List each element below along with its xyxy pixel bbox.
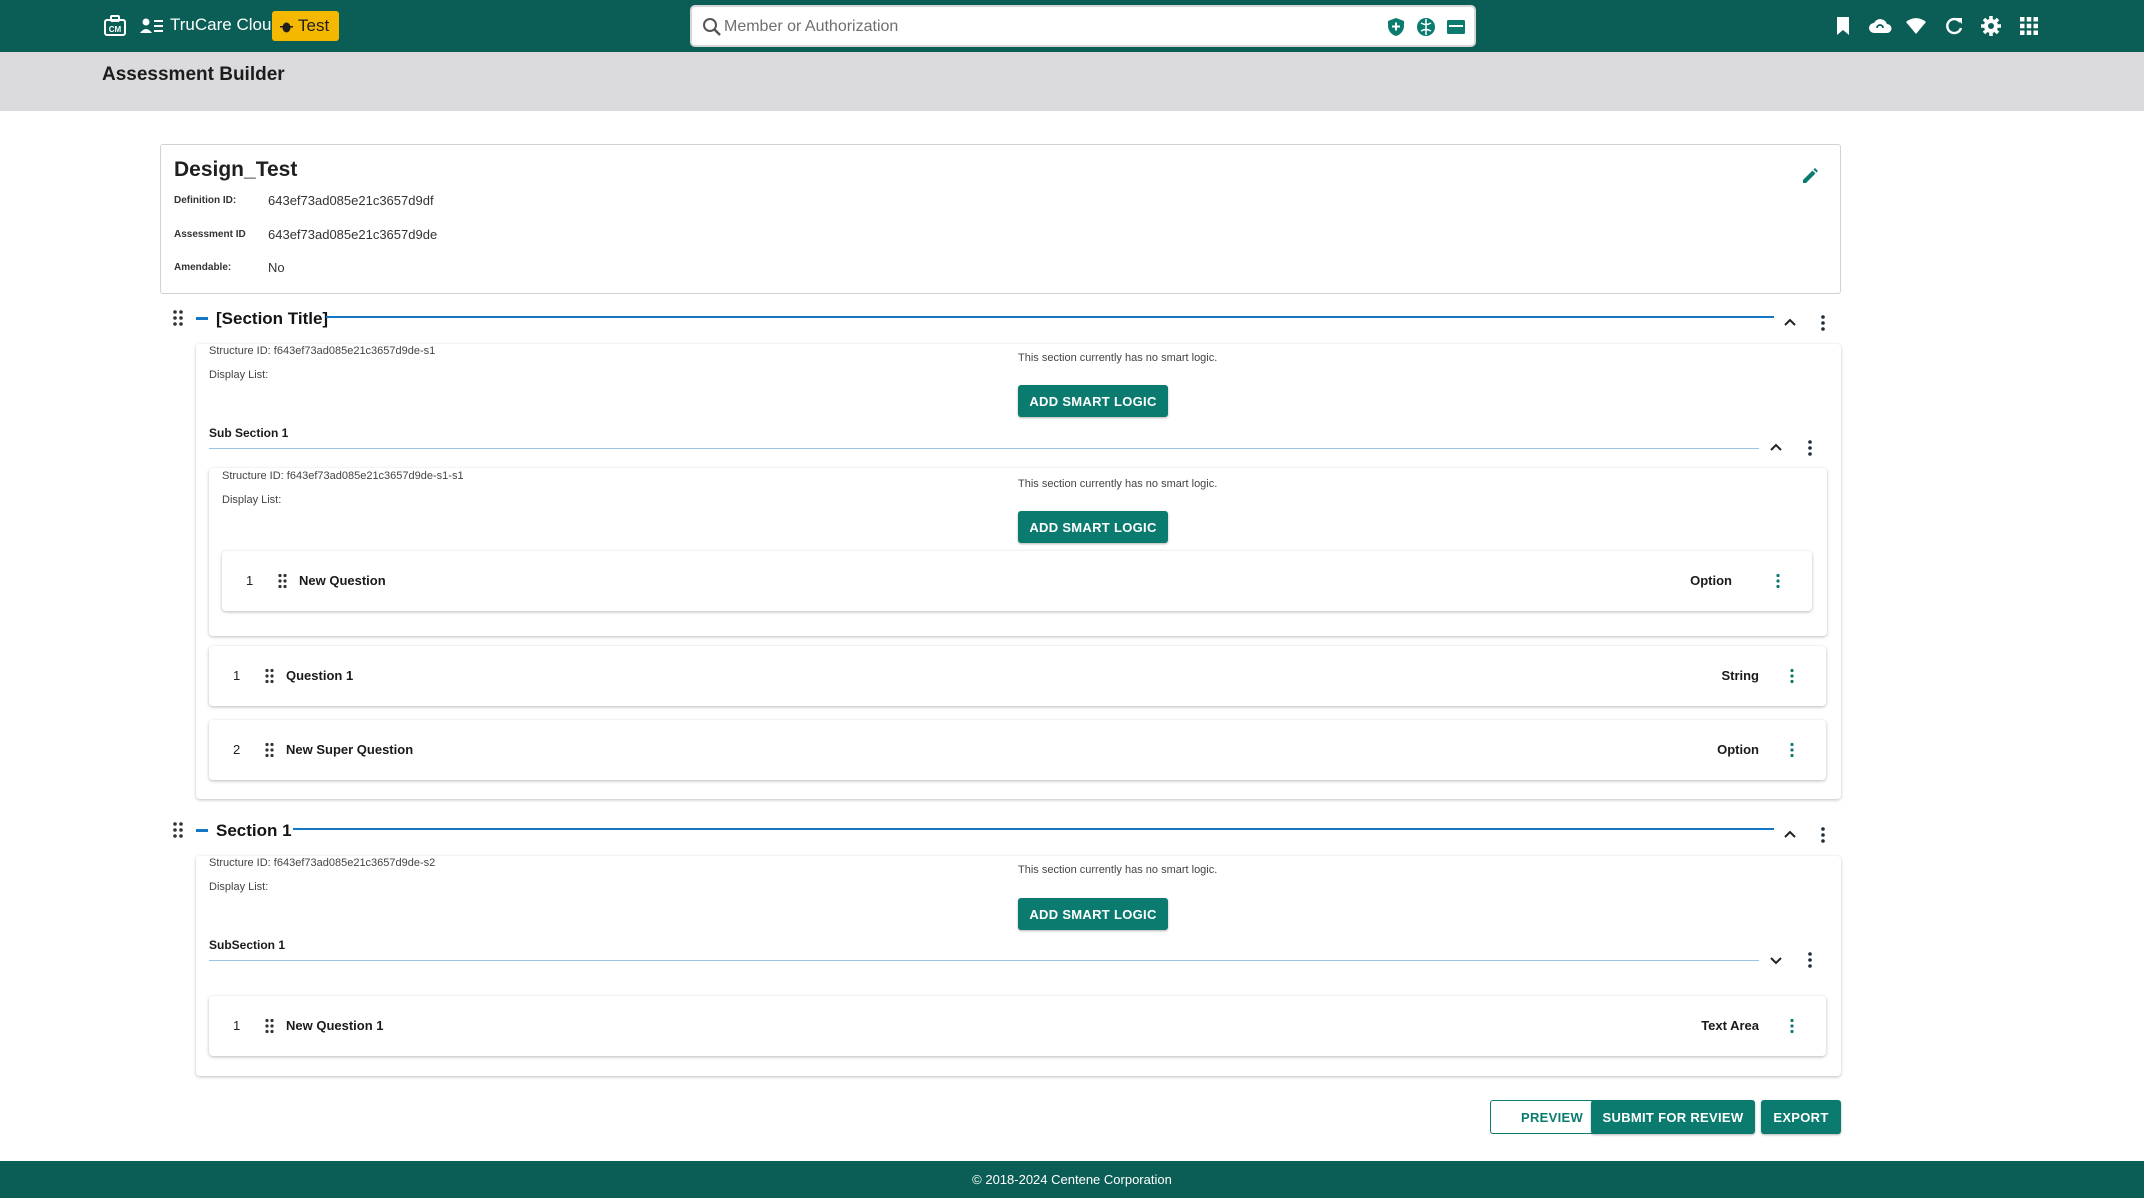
- structure-id: Structure ID: f643ef73ad085e21c3657d9de-…: [209, 857, 436, 869]
- add-smart-logic-button[interactable]: ADD SMART LOGIC: [1018, 385, 1168, 417]
- search-icon: [703, 18, 721, 36]
- page-title: Assessment Builder: [102, 64, 285, 85]
- display-list-label: Display List:: [222, 494, 282, 506]
- subsection-divider: [209, 448, 1759, 449]
- member-search[interactable]: [690, 5, 1476, 47]
- amendable-value: No: [268, 260, 285, 275]
- apps-grid-icon[interactable]: [2018, 15, 2040, 37]
- question-menu-icon[interactable]: [1789, 1018, 1795, 1034]
- display-list-label: Display List:: [209, 881, 269, 893]
- subsection-title[interactable]: SubSection 1: [209, 938, 285, 952]
- search-input[interactable]: [724, 14, 1244, 40]
- edit-pencil-icon[interactable]: [1800, 166, 1820, 186]
- assessment-header-card: Design_Test Definition ID: 643ef73ad085e…: [160, 144, 1841, 294]
- question-menu-icon[interactable]: [1789, 668, 1795, 684]
- amendable-label: Amendable:: [174, 262, 232, 273]
- question-number: 1: [233, 1018, 241, 1033]
- section-divider: [293, 828, 1774, 830]
- section-body: Structure ID: f643ef73ad085e21c3657d9de-…: [196, 856, 1841, 1076]
- subsection-menu-icon[interactable]: [1806, 439, 1814, 457]
- chevron-up-icon[interactable]: [1781, 314, 1799, 332]
- add-smart-logic-button[interactable]: ADD SMART LOGIC: [1018, 898, 1168, 930]
- bookmark-icon[interactable]: [1832, 15, 1854, 37]
- assessment-id-label: Assessment ID: [174, 229, 246, 240]
- question-type: Option: [1690, 573, 1732, 588]
- environment-label: Test: [298, 16, 330, 35]
- app-name[interactable]: TruCare Cloud: [170, 15, 281, 35]
- section-body: Structure ID: f643ef73ad085e21c3657d9de-…: [196, 344, 1841, 799]
- section-dash: [196, 317, 208, 320]
- question-menu-icon[interactable]: [1775, 573, 1781, 589]
- section-drag-handle-icon[interactable]: [171, 309, 185, 327]
- definition-id-value: 643ef73ad085e21c3657d9df: [268, 193, 434, 208]
- question-row[interactable]: 2 New Super Question Option: [209, 720, 1826, 780]
- no-smart-logic-text: This section currently has no smart logi…: [1018, 352, 1218, 364]
- question-drag-handle-icon[interactable]: [277, 573, 288, 589]
- question-number: 1: [233, 668, 241, 683]
- question-type: Text Area: [1701, 1018, 1759, 1033]
- assessment-name: Design_Test: [174, 158, 298, 181]
- question-drag-handle-icon[interactable]: [264, 742, 275, 758]
- submit-for-review-button[interactable]: SUBMIT FOR REVIEW: [1591, 1100, 1755, 1134]
- section-drag-handle-icon[interactable]: [171, 821, 185, 839]
- no-smart-logic-text: This section currently has no smart logi…: [1018, 478, 1218, 490]
- bug-icon: [280, 22, 293, 32]
- export-button[interactable]: EXPORT: [1761, 1100, 1841, 1134]
- settings-icon[interactable]: [1980, 15, 2002, 37]
- cloud-sync-icon[interactable]: [1868, 15, 1892, 37]
- shield-plus-icon[interactable]: [1386, 17, 1406, 37]
- footer: © 2018-2024 Centene Corporation: [0, 1161, 2144, 1198]
- top-app-bar: CM TruCare Cloud Test: [0, 0, 2144, 52]
- section-menu-icon[interactable]: [1819, 826, 1827, 844]
- question-type: String: [1721, 668, 1759, 683]
- structure-id: Structure ID: f643ef73ad085e21c3657d9de-…: [209, 345, 436, 357]
- section-dash: [196, 829, 208, 832]
- subsection-divider: [209, 960, 1759, 961]
- refresh-icon[interactable]: [1943, 15, 1965, 37]
- no-smart-logic-text: This section currently has no smart logi…: [1018, 864, 1218, 876]
- assessment-id-value: 643ef73ad085e21c3657d9de: [268, 227, 438, 242]
- question-type: Option: [1717, 742, 1759, 757]
- question-menu-icon[interactable]: [1789, 742, 1795, 758]
- section-title[interactable]: Section 1: [216, 821, 292, 841]
- members-icon[interactable]: [140, 17, 164, 35]
- question-row[interactable]: 1 New Question Option: [222, 551, 1812, 611]
- card-icon[interactable]: [1446, 17, 1466, 37]
- chevron-up-icon[interactable]: [1781, 826, 1799, 844]
- environment-badge: Test: [272, 11, 340, 41]
- svg-text:CM: CM: [109, 25, 122, 34]
- question-drag-handle-icon[interactable]: [264, 1018, 275, 1034]
- globe-icon[interactable]: [1416, 17, 1436, 37]
- section-divider: [326, 316, 1774, 318]
- question-row[interactable]: 1 New Question 1 Text Area: [209, 996, 1826, 1056]
- section-menu-icon[interactable]: [1819, 314, 1827, 332]
- question-label: New Question 1: [286, 1018, 384, 1033]
- copyright-text: © 2018-2024 Centene Corporation: [972, 1172, 1172, 1187]
- subsection-body: Structure ID: f643ef73ad085e21c3657d9de-…: [209, 468, 1827, 636]
- section-title[interactable]: [Section Title]: [216, 309, 328, 329]
- chevron-up-icon[interactable]: [1767, 439, 1785, 457]
- chevron-down-icon[interactable]: [1767, 951, 1785, 969]
- add-smart-logic-button[interactable]: ADD SMART LOGIC: [1018, 511, 1168, 543]
- wifi-icon[interactable]: [1905, 15, 1927, 37]
- question-drag-handle-icon[interactable]: [264, 668, 275, 684]
- page-header: Assessment Builder: [0, 52, 2144, 111]
- subsection-menu-icon[interactable]: [1806, 951, 1814, 969]
- question-label: New Super Question: [286, 742, 414, 757]
- structure-id: Structure ID: f643ef73ad085e21c3657d9de-…: [222, 470, 464, 482]
- subsection-title[interactable]: Sub Section 1: [209, 426, 288, 440]
- question-number: 1: [246, 573, 254, 588]
- display-list-label: Display List:: [209, 369, 269, 381]
- question-number: 2: [233, 742, 241, 757]
- question-row[interactable]: 1 Question 1 String: [209, 646, 1826, 706]
- home-icon[interactable]: CM: [104, 15, 126, 36]
- question-label: New Question: [299, 573, 386, 588]
- question-label: Question 1: [286, 668, 354, 683]
- definition-id-label: Definition ID:: [174, 195, 237, 206]
